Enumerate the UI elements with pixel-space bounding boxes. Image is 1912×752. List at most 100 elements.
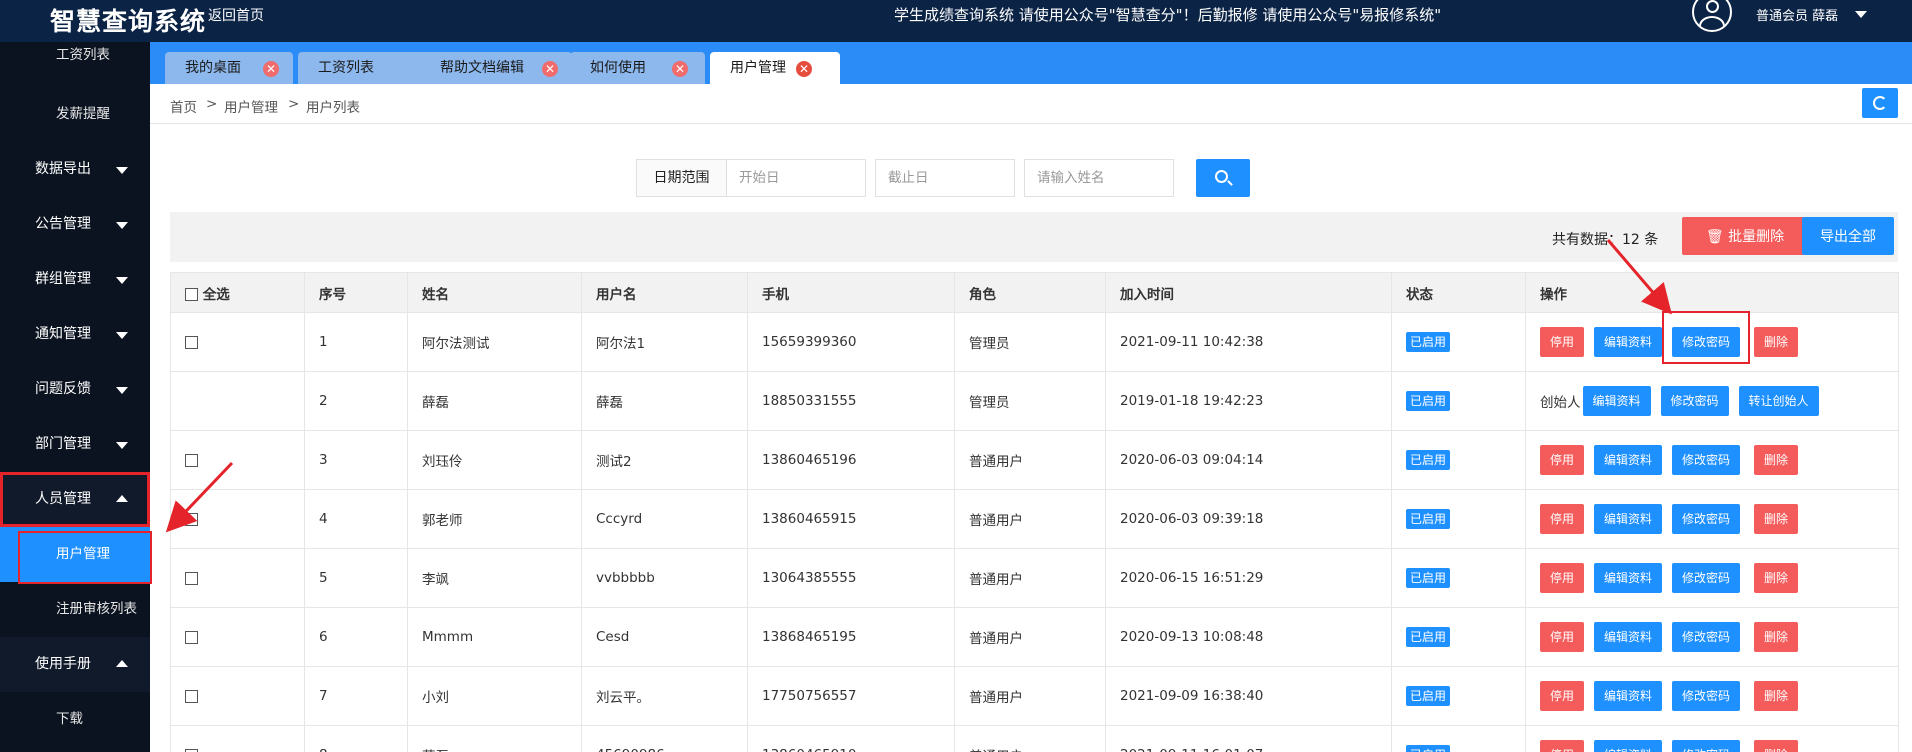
sidebar-item-groups[interactable]: 群组管理 xyxy=(0,252,150,307)
edit-profile-button[interactable]: 编辑资料 xyxy=(1594,327,1663,357)
disable-button[interactable]: 停用 xyxy=(1540,504,1585,534)
row-checkbox[interactable] xyxy=(185,453,198,467)
header-name: 姓名 xyxy=(407,272,582,313)
breadcrumb-user-management[interactable]: 用户管理 xyxy=(224,96,278,116)
cell-name: 阿尔法测试 xyxy=(407,312,582,372)
delete-button[interactable]: 删除 xyxy=(1754,504,1799,534)
select-all-checkbox[interactable] xyxy=(185,288,198,301)
cell-phone: 15659399360 xyxy=(747,312,955,372)
chevron-down-icon xyxy=(116,167,128,174)
cell-username: Cccyrd xyxy=(581,489,748,549)
delete-button[interactable]: 删除 xyxy=(1754,622,1799,652)
close-icon[interactable]: ✕ xyxy=(672,61,688,77)
edit-profile-button[interactable]: 编辑资料 xyxy=(1594,445,1663,475)
change-password-button[interactable]: 修改密码 xyxy=(1672,740,1741,752)
cell-ops: 停用编辑资料修改密码删除 xyxy=(1525,548,1899,608)
edit-profile-button[interactable]: 编辑资料 xyxy=(1594,504,1663,534)
change-password-button[interactable]: 修改密码 xyxy=(1672,504,1741,534)
cell-name: 小刘 xyxy=(407,666,582,726)
change-password-button[interactable]: 修改密码 xyxy=(1672,622,1741,652)
close-icon[interactable]: ✕ xyxy=(796,61,812,77)
cell-role: 管理员 xyxy=(954,312,1106,372)
search-button[interactable] xyxy=(1196,159,1250,197)
disable-button[interactable]: 停用 xyxy=(1540,622,1585,652)
tab-user-management[interactable]: 用户管理 ✕ xyxy=(710,52,840,84)
tab-help-doc-edit[interactable]: 帮助文档编辑 ✕ xyxy=(420,52,572,84)
row-checkbox[interactable] xyxy=(185,630,198,644)
disable-button[interactable]: 停用 xyxy=(1540,327,1585,357)
status-badge: 已启用 xyxy=(1406,450,1451,470)
sidebar-item-departments[interactable]: 部门管理 xyxy=(0,417,150,472)
disable-button[interactable]: 停用 xyxy=(1540,445,1585,475)
tab-how-to-use[interactable]: 如何使用 ✕ xyxy=(570,52,705,84)
table-row: 7 小刘 刘云平。 17750756557 普通用户 2021-09-09 16:38:4… xyxy=(170,666,1899,726)
edit-profile-button[interactable]: 编辑资料 xyxy=(1594,681,1663,711)
disable-button[interactable]: 停用 xyxy=(1540,681,1585,711)
sidebar-item-data-export[interactable]: 数据导出 xyxy=(0,142,150,197)
table-row: 8薛磊4569098613860465910普通用户2021-09-11 16:… xyxy=(170,725,1899,752)
disable-button[interactable]: 停用 xyxy=(1540,740,1585,752)
close-icon[interactable]: ✕ xyxy=(263,61,279,77)
sidebar-item-download[interactable]: 下载 xyxy=(0,692,150,747)
row-checkbox[interactable] xyxy=(185,748,198,752)
sidebar-item-registration-review[interactable]: 注册审核列表 xyxy=(0,582,150,637)
sidebar-item-notifications[interactable]: 通知管理 xyxy=(0,307,150,362)
delete-button[interactable]: 删除 xyxy=(1754,563,1799,593)
chevron-down-icon xyxy=(116,387,128,394)
delete-button[interactable]: 删除 xyxy=(1754,681,1799,711)
cell-status: 已启用 xyxy=(1391,607,1526,667)
edit-profile-button[interactable]: 编辑资料 xyxy=(1594,563,1663,593)
export-all-button[interactable]: 导出全部 xyxy=(1802,217,1894,255)
row-checkbox[interactable] xyxy=(185,689,198,703)
name-search-input[interactable] xyxy=(1024,159,1174,197)
sidebar-item-pay-reminder[interactable]: 发薪提醒 xyxy=(0,87,150,142)
sidebar-item-feedback[interactable]: 问题反馈 xyxy=(0,362,150,417)
change-password-button[interactable]: 修改密码 xyxy=(1672,681,1741,711)
status-badge: 已启用 xyxy=(1406,627,1451,647)
cell-select xyxy=(170,312,305,372)
edit-profile-button[interactable]: 编辑资料 xyxy=(1582,386,1651,416)
cell-name: 薛磊 xyxy=(407,725,582,752)
row-checkbox[interactable] xyxy=(185,571,198,585)
cell-joined: 2020-09-13 10:08:48 xyxy=(1105,607,1392,667)
tab-salary-list[interactable]: 工资列表✕ xyxy=(298,52,544,84)
cell-name: Mmmm xyxy=(407,607,582,667)
row-checkbox[interactable] xyxy=(185,512,198,526)
header-select-all[interactable]: 全选 xyxy=(170,272,305,313)
refresh-button[interactable] xyxy=(1862,88,1898,118)
status-badge: 已启用 xyxy=(1406,509,1451,529)
breadcrumb-home[interactable]: 首页 xyxy=(170,96,197,116)
start-date-input[interactable] xyxy=(726,159,866,197)
edit-profile-button[interactable]: 编辑资料 xyxy=(1594,740,1663,752)
status-badge: 已启用 xyxy=(1406,332,1451,352)
sidebar-item-announcements[interactable]: 公告管理 xyxy=(0,197,150,252)
user-name[interactable]: 普通会员 薛磊 xyxy=(1756,5,1838,24)
close-icon[interactable]: ✕ xyxy=(542,61,558,77)
chevron-up-icon xyxy=(116,495,128,502)
change-password-button[interactable]: 修改密码 xyxy=(1660,386,1729,416)
delete-button[interactable]: 删除 xyxy=(1754,327,1799,357)
delete-button[interactable]: 删除 xyxy=(1754,740,1799,752)
tab-my-desktop[interactable]: 我的桌面 ✕ xyxy=(165,52,293,84)
top-header: 智慧查询系统 返回首页 学生成绩查询系统 请使用公众号"智慧查分"！后勤报修 请… xyxy=(0,0,1912,42)
user-avatar-icon[interactable] xyxy=(1692,0,1732,32)
change-password-button[interactable]: 修改密码 xyxy=(1672,563,1741,593)
chevron-down-icon xyxy=(116,222,128,229)
disable-button[interactable]: 停用 xyxy=(1540,563,1585,593)
sidebar-item-personnel[interactable]: 人员管理 xyxy=(0,472,150,527)
batch-delete-button[interactable]: 🗑 批量删除 xyxy=(1682,217,1808,255)
back-home-link[interactable]: 返回首页 xyxy=(208,5,264,25)
cell-index: 1 xyxy=(304,312,408,372)
delete-button[interactable]: 删除 xyxy=(1754,445,1799,475)
change-password-button[interactable]: 修改密码 xyxy=(1672,445,1741,475)
cell-index: 2 xyxy=(304,371,408,431)
row-checkbox[interactable] xyxy=(185,335,198,349)
cell-role: 普通用户 xyxy=(954,489,1106,549)
user-menu-caret-icon[interactable] xyxy=(1855,11,1867,18)
header-notice: 学生成绩查询系统 请使用公众号"智慧查分"！后勤报修 请使用公众号"易报修系统" xyxy=(894,6,1442,24)
sidebar-item-manual[interactable]: 使用手册 xyxy=(0,637,150,692)
transfer-owner-button[interactable]: 转让创始人 xyxy=(1738,386,1819,416)
edit-profile-button[interactable]: 编辑资料 xyxy=(1594,622,1663,652)
end-date-input[interactable] xyxy=(875,159,1015,197)
table-row: 2 薛磊 薛磊 18850331555 管理员 2019-01-18 19:42:23 已启… xyxy=(170,371,1899,431)
